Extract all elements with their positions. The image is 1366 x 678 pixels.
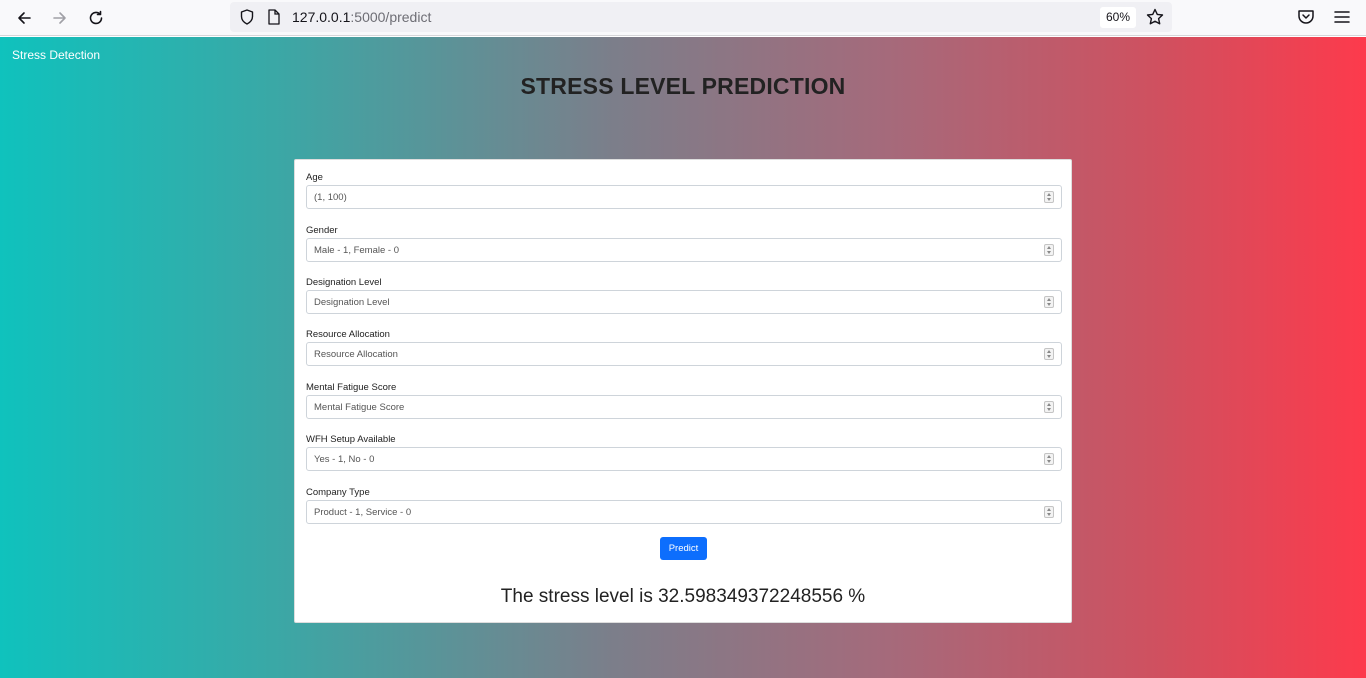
- browser-toolbar: 127.0.0.1:5000/predict 60%: [0, 0, 1366, 36]
- mental-fatigue-score-label: Mental Fatigue Score: [306, 382, 397, 393]
- mental-fatigue-score-input-wrapper: [306, 395, 1062, 419]
- gender-input[interactable]: [307, 239, 1027, 261]
- page-title: STRESS LEVEL PREDICTION: [520, 73, 846, 99]
- back-button[interactable]: [10, 4, 38, 32]
- company-type-input[interactable]: [307, 501, 1027, 523]
- pocket-icon[interactable]: [1296, 7, 1316, 27]
- company-type-input-wrapper: [306, 500, 1062, 524]
- wfh-setup-field: WFH Setup Available: [306, 433, 1062, 471]
- number-spinner-icon[interactable]: [1044, 401, 1054, 413]
- reload-icon: [89, 10, 103, 25]
- url-path: :5000/predict: [350, 9, 432, 25]
- resource-allocation-field: Resource Allocation: [306, 328, 1062, 366]
- designation-level-input[interactable]: [307, 291, 1027, 313]
- hamburger-menu-icon[interactable]: [1332, 7, 1352, 27]
- company-type-label: Company Type: [306, 487, 370, 498]
- resource-allocation-input[interactable]: [307, 343, 1027, 365]
- resource-allocation-label: Resource Allocation: [306, 329, 390, 340]
- gender-field: Gender: [306, 224, 1062, 262]
- mental-fatigue-score-field: Mental Fatigue Score: [306, 381, 1062, 419]
- address-bar[interactable]: 127.0.0.1:5000/predict 60%: [230, 2, 1172, 32]
- age-field: Age: [306, 171, 1062, 209]
- company-type-field: Company Type: [306, 486, 1062, 524]
- zoom-level-badge[interactable]: 60%: [1100, 7, 1137, 28]
- shield-icon[interactable]: [238, 8, 256, 26]
- wfh-setup-input-wrapper: [306, 447, 1062, 471]
- number-spinner-icon[interactable]: [1044, 453, 1054, 465]
- gender-input-wrapper: [306, 238, 1062, 262]
- number-spinner-icon[interactable]: [1044, 244, 1054, 256]
- number-spinner-icon[interactable]: [1044, 191, 1054, 203]
- back-arrow-icon: [18, 12, 31, 24]
- star-icon[interactable]: [1145, 7, 1165, 27]
- designation-level-field: Designation Level: [306, 276, 1062, 314]
- url-host: 127.0.0.1: [292, 9, 351, 25]
- wfh-setup-input[interactable]: [307, 448, 1027, 470]
- age-input-wrapper: [306, 185, 1062, 209]
- age-label: Age: [306, 172, 323, 183]
- page-background: Stress Detection STRESS LEVEL PREDICTION…: [0, 37, 1366, 678]
- designation-level-label: Designation Level: [306, 277, 382, 288]
- number-spinner-icon[interactable]: [1044, 296, 1054, 308]
- navbar-brand[interactable]: Stress Detection: [12, 48, 100, 62]
- age-input[interactable]: [307, 186, 1027, 208]
- forward-button[interactable]: [46, 4, 74, 32]
- prediction-form-card: Age Gender Designation Level: [294, 159, 1072, 623]
- wfh-setup-label: WFH Setup Available: [306, 434, 396, 445]
- predict-button[interactable]: Predict: [660, 537, 707, 560]
- forward-arrow-icon: [53, 12, 66, 24]
- page-icon[interactable]: [266, 8, 282, 26]
- reload-button[interactable]: [82, 4, 110, 32]
- gender-label: Gender: [306, 225, 338, 236]
- mental-fatigue-score-input[interactable]: [307, 396, 1027, 418]
- url-text[interactable]: 127.0.0.1:5000/predict: [292, 9, 431, 25]
- number-spinner-icon[interactable]: [1044, 348, 1054, 360]
- resource-allocation-input-wrapper: [306, 342, 1062, 366]
- stress-level-result: The stress level is 32.598349372248556 %: [500, 586, 866, 607]
- designation-level-input-wrapper: [306, 290, 1062, 314]
- number-spinner-icon[interactable]: [1044, 506, 1054, 518]
